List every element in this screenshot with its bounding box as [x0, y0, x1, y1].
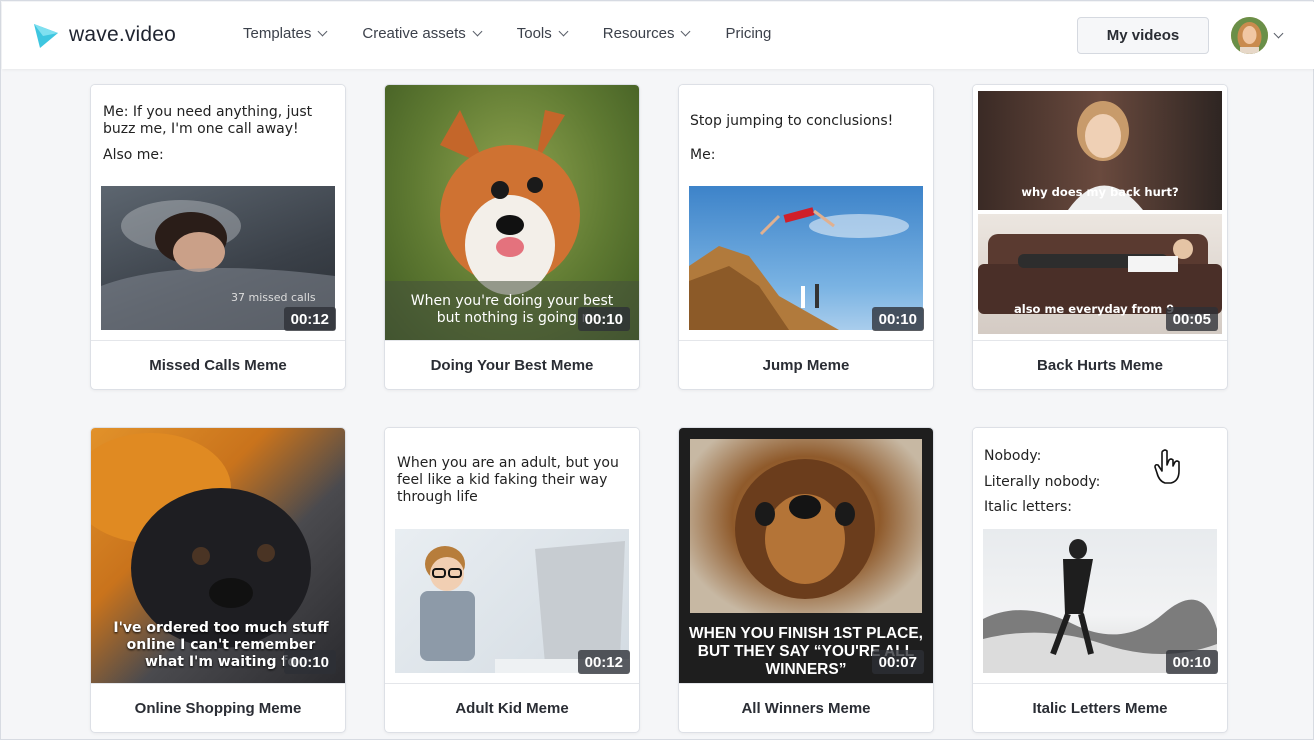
chevron-down-icon [472, 26, 483, 37]
nav-tools[interactable]: Tools [516, 25, 569, 42]
meme-image [690, 439, 922, 613]
nav-label: Pricing [725, 25, 772, 42]
template-card[interactable]: WHEN YOU FINISH 1ST PLACE, BUT THEY SAY … [678, 427, 934, 733]
meme-image-top: why does my back hurt? [978, 91, 1222, 210]
top-header: wave.video Templates Creative assets Too… [2, 2, 1314, 69]
nav-label: Templates [243, 25, 312, 42]
logo[interactable]: wave.video [32, 20, 176, 50]
template-card[interactable]: Me: If you need anything, just buzz me, … [90, 84, 346, 390]
card-title: Doing Your Best Meme [385, 340, 639, 389]
card-title: All Winners Meme [679, 683, 933, 732]
meme-text: Me: [690, 147, 716, 163]
duration-badge: 00:10 [1165, 650, 1218, 674]
template-card[interactable]: why does my back hurt? also me everyday … [972, 84, 1228, 390]
card-thumbnail[interactable]: Me: If you need anything, just buzz me, … [91, 85, 345, 340]
chevron-down-icon [317, 26, 328, 37]
meme-text: Also me: [103, 147, 164, 163]
wave-logo-icon [34, 24, 58, 48]
avatar-photo [1231, 17, 1268, 54]
duration-badge: 00:12 [283, 307, 336, 331]
card-thumbnail[interactable]: When you are an adult, but you feel like… [385, 428, 639, 683]
my-videos-button[interactable]: My videos [1077, 17, 1209, 54]
template-card[interactable]: Nobody: Literally nobody: Italic letters… [972, 427, 1228, 733]
card-thumbnail[interactable]: I've ordered too much stuff online I can… [91, 428, 345, 683]
card-thumbnail[interactable]: Stop jumping to conclusions! Me: 00:10 [679, 85, 933, 340]
duration-badge: 00:12 [577, 650, 630, 674]
duration-badge: 00:10 [871, 307, 924, 331]
card-title: Jump Meme [679, 340, 933, 389]
template-card[interactable]: When you're doing your best but nothing … [384, 84, 640, 390]
hand-pointer-icon [1154, 449, 1180, 484]
card-title: Italic Letters Meme [973, 683, 1227, 732]
nav-resources[interactable]: Resources [602, 25, 691, 42]
logo-text: wave.video [69, 23, 177, 46]
card-thumbnail[interactable]: When you're doing your best but nothing … [385, 85, 639, 340]
nav-label: Creative assets [362, 25, 466, 42]
card-thumbnail[interactable]: why does my back hurt? also me everyday … [973, 85, 1227, 340]
meme-caption: 37 missed calls [231, 291, 316, 304]
template-card[interactable]: When you are an adult, but you feel like… [384, 427, 640, 733]
nav-creative-assets[interactable]: Creative assets [362, 25, 483, 42]
meme-text: When you are an adult, but you feel like… [397, 455, 619, 505]
nav-label: Tools [516, 25, 552, 42]
template-card[interactable]: I've ordered too much stuff online I can… [90, 427, 346, 733]
chevron-down-icon[interactable] [1273, 28, 1284, 39]
nav-pricing[interactable]: Pricing [725, 25, 771, 42]
template-card[interactable]: Stop jumping to conclusions! Me: 00:10 J… [678, 84, 934, 390]
card-thumbnail[interactable]: WHEN YOU FINISH 1ST PLACE, BUT THEY SAY … [679, 428, 933, 683]
meme-text: Italic letters: [984, 499, 1072, 515]
card-title: Back Hurts Meme [973, 340, 1227, 389]
meme-text: Me: If you need anything, just buzz me, … [103, 104, 313, 137]
meme-text: Nobody: [984, 448, 1042, 464]
nav-templates[interactable]: Templates [243, 25, 328, 42]
chevron-down-icon [558, 26, 569, 37]
card-title: Adult Kid Meme [385, 683, 639, 732]
meme-caption: why does my back hurt? [1021, 185, 1179, 199]
avatar[interactable] [1231, 17, 1268, 54]
duration-badge: 00:10 [577, 307, 630, 331]
nav-label: Resources [602, 25, 675, 42]
meme-text: Stop jumping to conclusions! [690, 113, 894, 129]
meme-caption: also me everyday from 9 [1014, 302, 1175, 316]
main-nav: Templates Creative assets Tools Resource… [243, 25, 807, 42]
card-thumbnail[interactable]: Nobody: Literally nobody: Italic letters… [973, 428, 1227, 683]
card-title: Online Shopping Meme [91, 683, 345, 732]
chevron-down-icon [681, 26, 691, 37]
duration-badge: 00:07 [871, 650, 924, 674]
meme-text: Literally nobody: [984, 474, 1101, 490]
duration-badge: 00:10 [283, 650, 336, 674]
card-title: Missed Calls Meme [91, 340, 345, 389]
duration-badge: 00:05 [1165, 307, 1218, 331]
page: wave.video Templates Creative assets Too… [0, 0, 1314, 740]
